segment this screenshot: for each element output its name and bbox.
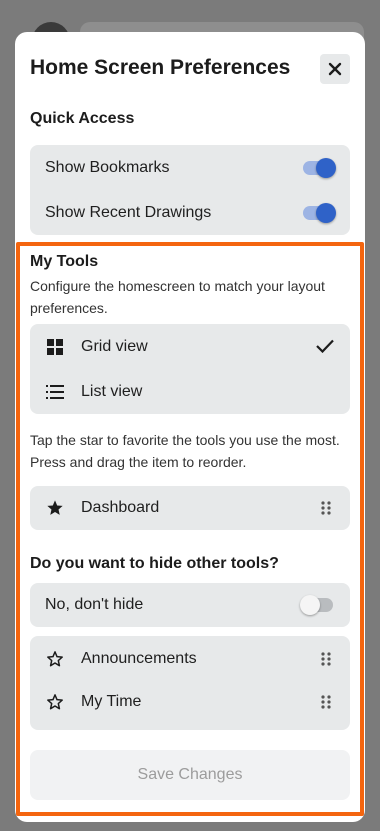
sheet-header: Home Screen Preferences [30, 54, 350, 84]
show-recent-drawings-toggle[interactable] [303, 203, 336, 223]
my-tools-description: Configure the homescreen to match your l… [30, 278, 325, 316]
announcements-label: Announcements [81, 650, 197, 667]
drag-handle-icon[interactable] [321, 501, 331, 515]
show-bookmarks-row[interactable]: Show Bookmarks [30, 146, 350, 190]
star-outline-icon[interactable] [45, 692, 65, 712]
hide-tools-heading: Do you want to hide other tools? [30, 555, 279, 572]
save-changes-button[interactable]: Save Changes [30, 750, 350, 800]
show-bookmarks-label: Show Bookmarks [45, 159, 170, 176]
list-view-label: List view [81, 383, 143, 400]
dashboard-label: Dashboard [81, 499, 160, 516]
quick-access-group: Show Bookmarks Show Recent Drawings [30, 145, 350, 235]
toggle-knob [316, 158, 336, 178]
grid-view-label: Grid view [81, 338, 148, 355]
drag-handle-icon[interactable] [321, 695, 331, 709]
dont-hide-label: No, don't hide [45, 596, 144, 613]
other-tools-group: Announcements My Time [30, 636, 350, 730]
my-time-tool-row[interactable]: My Time [30, 680, 350, 724]
checkmark-icon [316, 339, 334, 353]
close-icon [328, 62, 342, 76]
show-recent-drawings-label: Show Recent Drawings [45, 204, 212, 221]
quick-access-heading: Quick Access [30, 110, 135, 127]
grid-view-option[interactable]: Grid view [30, 325, 350, 369]
toggle-knob [316, 203, 336, 223]
grid-icon [45, 337, 65, 357]
my-tools-heading: My Tools [30, 253, 99, 270]
favorite-hint: Tap the star to favorite the tools you u… [30, 432, 340, 470]
drag-handle-icon[interactable] [321, 652, 331, 666]
hide-tools-toggle[interactable] [300, 595, 333, 615]
home-screen-preferences-sheet: Home Screen Preferences Quick Access Sho… [15, 32, 365, 822]
close-button[interactable] [320, 54, 350, 84]
show-bookmarks-toggle[interactable] [303, 158, 336, 178]
star-outline-icon[interactable] [45, 649, 65, 669]
view-mode-group: Grid view List view [30, 324, 350, 414]
toggle-knob [300, 595, 320, 615]
star-filled-icon[interactable] [45, 498, 65, 518]
dashboard-tool-row[interactable]: Dashboard [30, 486, 350, 530]
announcements-tool-row[interactable]: Announcements [30, 637, 350, 681]
favorites-group: Dashboard [30, 486, 350, 530]
hide-option-group: No, don't hide [30, 583, 350, 627]
list-icon [45, 382, 65, 402]
dont-hide-row[interactable]: No, don't hide [30, 583, 350, 627]
list-view-option[interactable]: List view [30, 370, 350, 414]
show-recent-drawings-row[interactable]: Show Recent Drawings [30, 191, 350, 235]
my-time-label: My Time [81, 693, 142, 710]
sheet-title: Home Screen Preferences [30, 56, 291, 79]
